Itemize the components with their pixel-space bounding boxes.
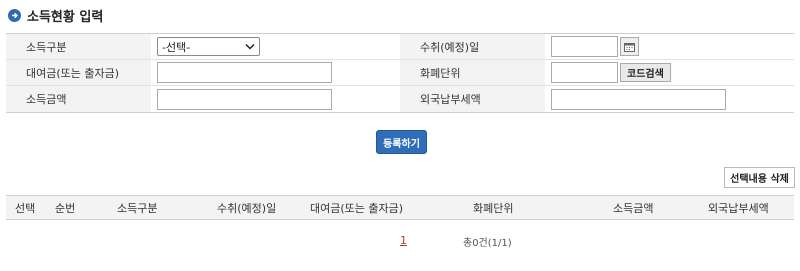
section-title: 소득현황 입력 <box>27 9 104 25</box>
total-count: 총0건(1/1) <box>463 238 512 249</box>
form-row: 소득구분 -선택- 수취(예정)일 <box>6 34 794 60</box>
income-amount-label: 소득금액 <box>6 86 151 112</box>
income-list-header: 선택 순번 소득구분 수취(예정)일 대여금(또는 출자금) 화폐단위 소득금액… <box>6 195 794 220</box>
page-link[interactable]: 1 <box>400 234 407 247</box>
code-search-button[interactable]: 코드검색 <box>620 63 671 82</box>
calendar-button[interactable] <box>620 37 639 56</box>
chevron-down-icon <box>245 43 255 50</box>
loan-label: 대여금(또는 출자금) <box>6 60 151 85</box>
col-header-loan: 대여금(또는 출자금) <box>310 201 404 215</box>
loan-input[interactable] <box>157 62 332 83</box>
foreign-tax-label: 외국납부세액 <box>400 86 545 112</box>
arrow-right-circle-icon <box>8 8 21 22</box>
income-type-cell: -선택- <box>151 34 400 59</box>
income-type-selected: -선택- <box>162 40 191 54</box>
delete-selected-button[interactable]: 선택내용 삭제 <box>724 167 795 188</box>
register-button[interactable]: 등록하기 <box>376 130 427 154</box>
col-header-income-amount: 소득금액 <box>613 201 654 215</box>
income-form: 소득구분 -선택- 수취(예정)일 대여금(또는 출자금) 화폐단위 코드검색 <box>6 33 794 113</box>
loan-cell <box>151 60 400 85</box>
col-header-receive-date: 수취(예정)일 <box>217 201 277 215</box>
foreign-tax-cell <box>545 86 794 112</box>
form-row: 소득금액 외국납부세액 <box>6 86 794 112</box>
pagination: 1 총0건(1/1) <box>0 234 800 249</box>
col-header-foreign-tax: 외국납부세액 <box>708 201 769 215</box>
currency-input[interactable] <box>551 62 618 83</box>
col-header-seq: 순번 <box>55 201 76 215</box>
form-row: 대여금(또는 출자금) 화폐단위 코드검색 <box>6 60 794 86</box>
income-type-label: 소득구분 <box>6 34 151 59</box>
income-type-select[interactable]: -선택- <box>157 37 260 56</box>
receive-date-cell <box>545 34 794 59</box>
income-amount-input[interactable] <box>157 88 332 110</box>
section-header: 소득현황 입력 <box>8 6 104 25</box>
col-header-income-type: 소득구분 <box>117 201 158 215</box>
foreign-tax-input[interactable] <box>551 88 726 110</box>
receive-date-label: 수취(예정)일 <box>400 34 545 59</box>
calendar-icon <box>624 42 635 52</box>
income-amount-cell <box>151 86 400 112</box>
receive-date-input[interactable] <box>551 36 618 57</box>
currency-label: 화폐단위 <box>400 60 545 85</box>
currency-cell: 코드검색 <box>545 60 794 85</box>
col-header-currency: 화폐단위 <box>473 201 514 215</box>
col-header-select: 선택 <box>15 201 36 215</box>
